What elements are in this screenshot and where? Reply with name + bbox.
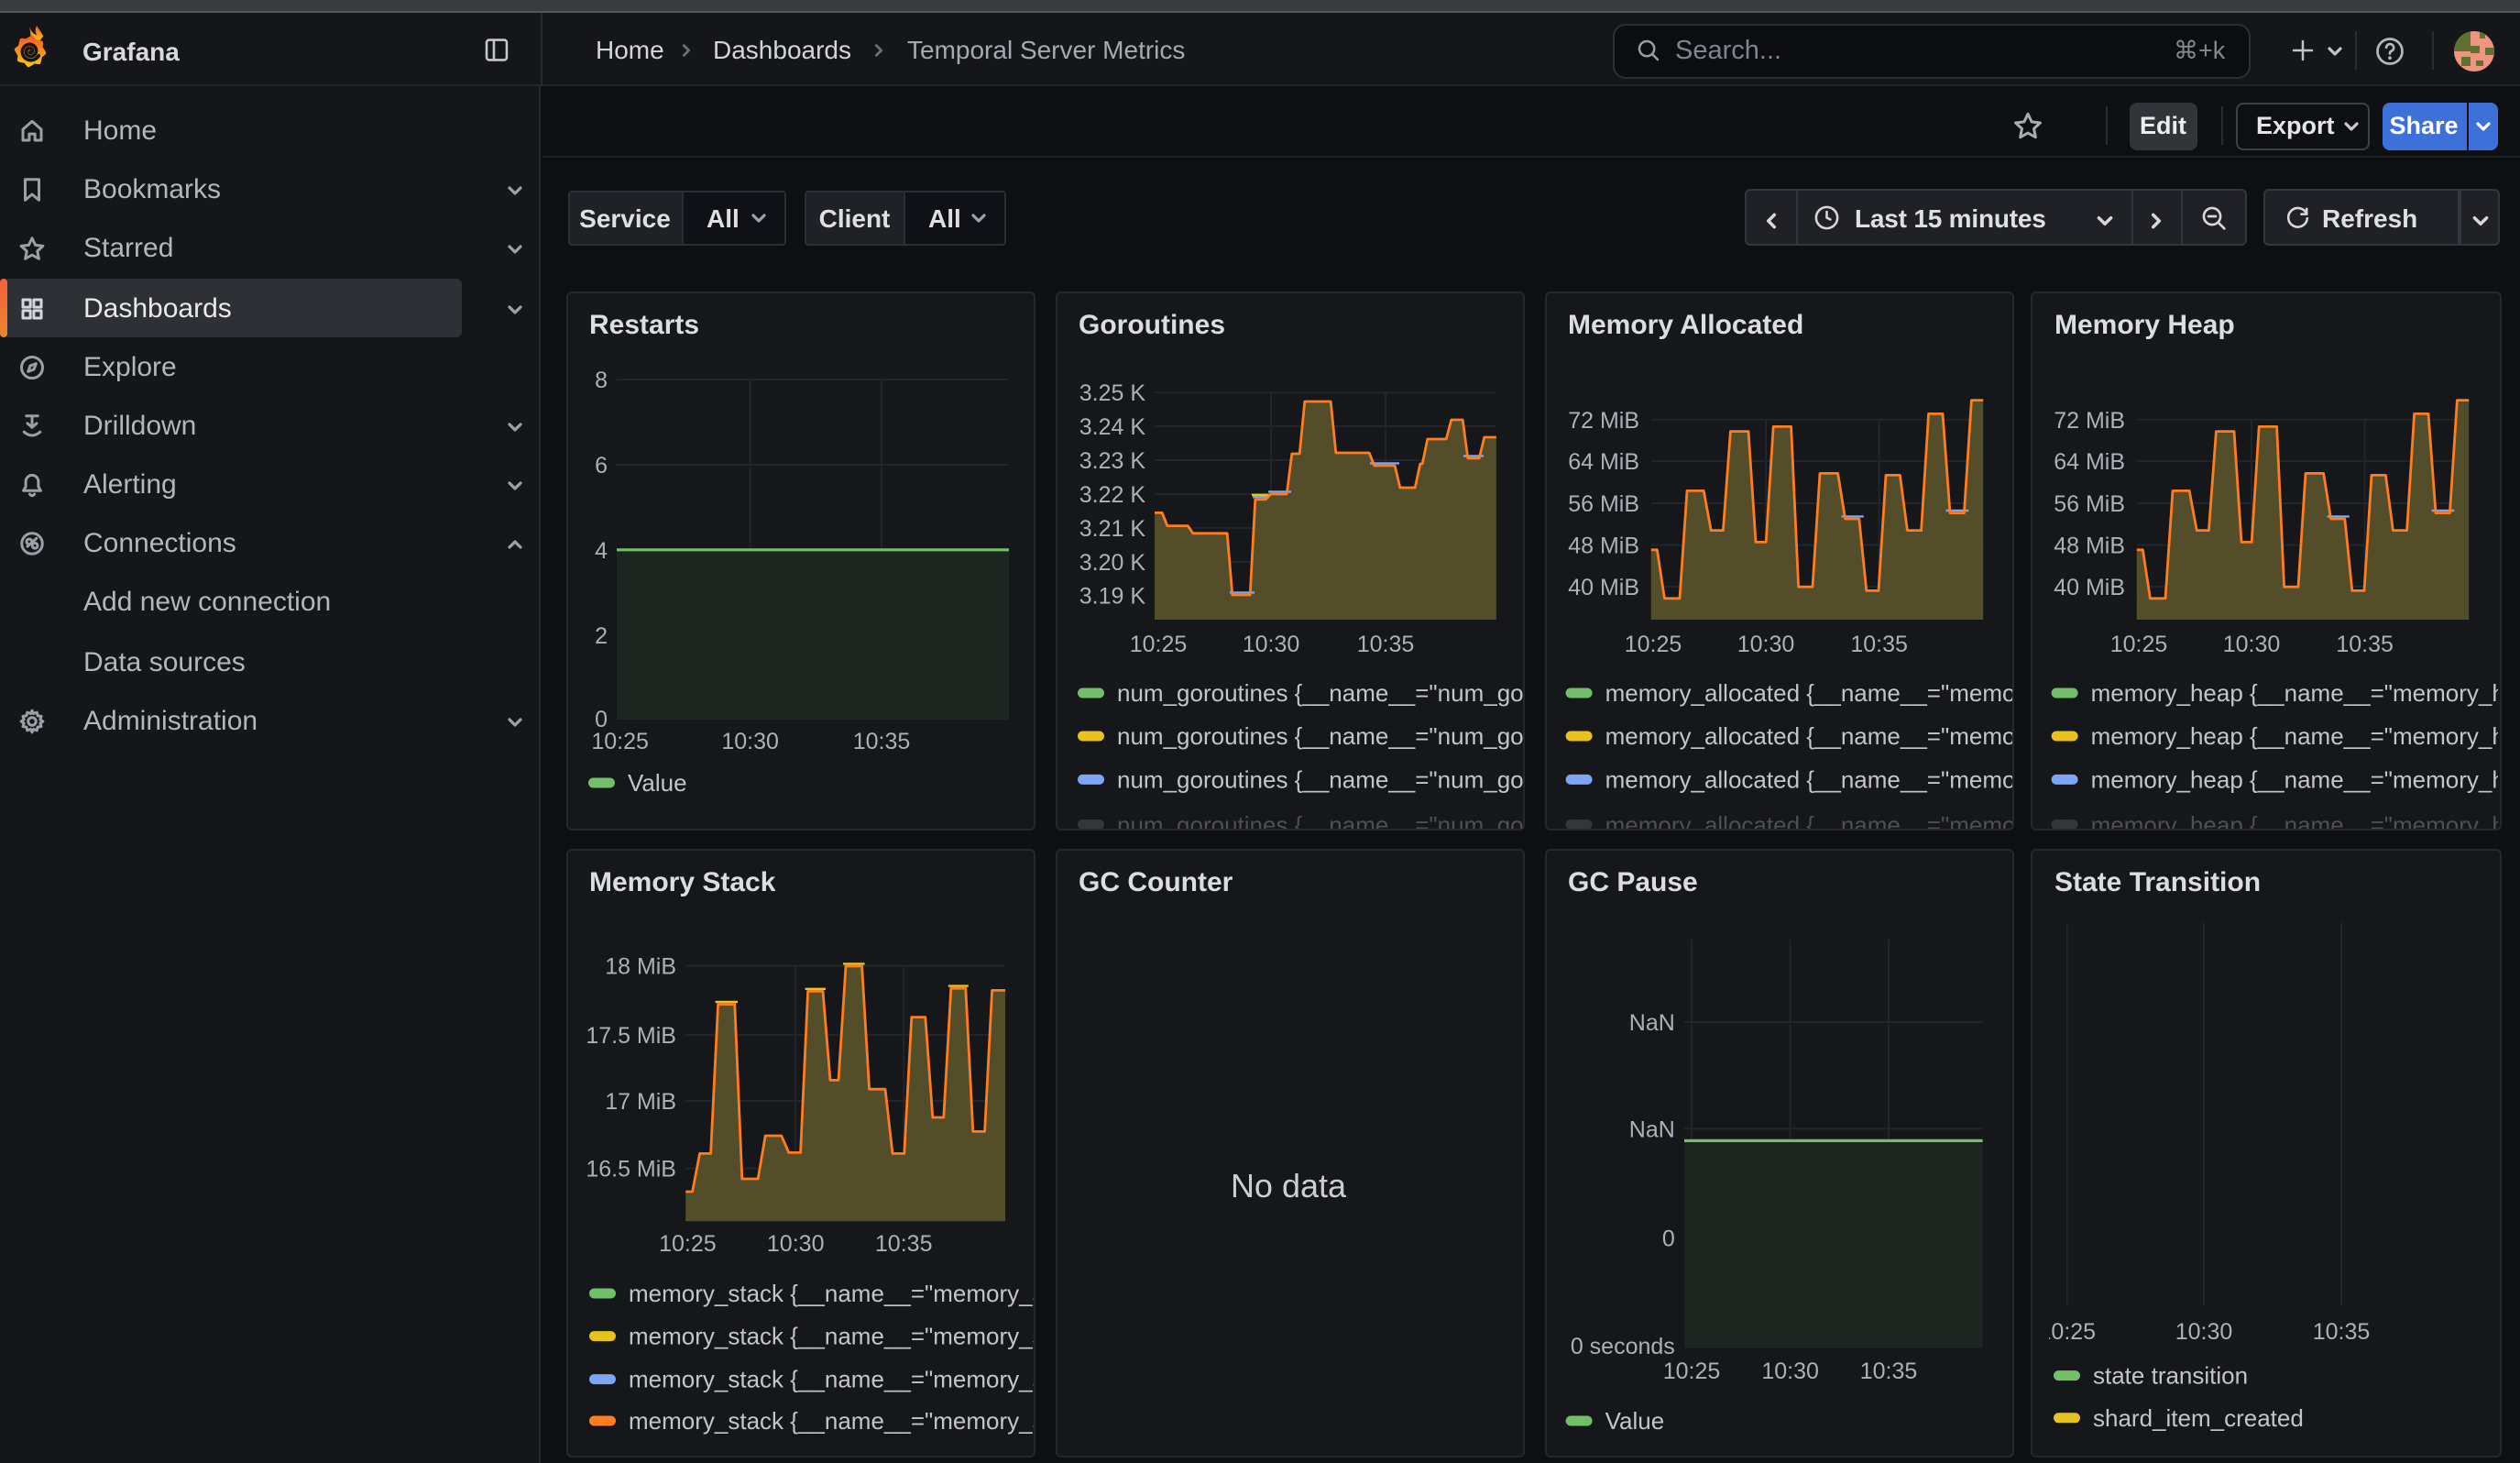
svg-text:num_goroutines {__name__="num_: num_goroutines {__name__="num_go <box>1116 764 1523 792</box>
svg-text:10:35: 10:35 <box>2312 1318 2370 1344</box>
svg-text:state transition: state transition <box>2092 1361 2247 1389</box>
svg-text:6: 6 <box>594 452 607 478</box>
svg-text:NaN: NaN <box>1628 1009 1674 1035</box>
svg-text:3.20 K: 3.20 K <box>1079 549 1145 575</box>
svg-text:72 MiB: 72 MiB <box>1567 407 1638 433</box>
svg-text:memory_heap {__name__="memory_: memory_heap {__name__="memory_h <box>2091 721 2498 749</box>
svg-text:2: 2 <box>594 622 607 648</box>
svg-text:10:30: 10:30 <box>1737 631 1794 656</box>
svg-text:3.24 K: 3.24 K <box>1079 413 1145 439</box>
svg-text:10:30: 10:30 <box>1760 1358 1818 1383</box>
svg-text:10:35: 10:35 <box>852 728 910 754</box>
svg-text:10:25: 10:25 <box>1662 1358 1720 1383</box>
svg-text:10:25: 10:25 <box>590 728 648 754</box>
svg-text:memory_heap {__name__="memory_: memory_heap {__name__="memory_h <box>2091 810 2498 829</box>
svg-text:10:25: 10:25 <box>658 1230 716 1256</box>
svg-text:10:30: 10:30 <box>1242 631 1299 656</box>
svg-text:10:25: 10:25 <box>2048 1318 2095 1344</box>
svg-text:num_goroutines {__name__="num_: num_goroutines {__name__="num_go <box>1116 678 1523 706</box>
svg-text:0: 0 <box>1661 1226 1674 1251</box>
svg-text:num_goroutines {__name__="num_: num_goroutines {__name__="num_go <box>1116 721 1523 749</box>
svg-text:3.23 K: 3.23 K <box>1079 447 1145 473</box>
svg-text:10:35: 10:35 <box>1849 631 1907 656</box>
svg-text:shard_item_created: shard_item_created <box>2092 1403 2303 1431</box>
svg-text:3.25 K: 3.25 K <box>1079 380 1145 405</box>
svg-text:memory_allocated {__name__="me: memory_allocated {__name__="memo <box>1605 721 2011 749</box>
svg-text:10:30: 10:30 <box>2175 1318 2232 1344</box>
svg-text:memory_allocated {__name__="me: memory_allocated {__name__="memo <box>1605 810 2011 829</box>
svg-text:10:25: 10:25 <box>1624 631 1682 656</box>
svg-text:18 MiB: 18 MiB <box>604 953 675 979</box>
svg-text:17.5 MiB: 17.5 MiB <box>585 1022 675 1048</box>
svg-text:64 MiB: 64 MiB <box>2054 448 2125 474</box>
svg-text:72 MiB: 72 MiB <box>2054 407 2125 433</box>
svg-text:10:35: 10:35 <box>2336 631 2394 656</box>
svg-text:48 MiB: 48 MiB <box>2054 533 2125 558</box>
svg-text:10:30: 10:30 <box>766 1230 824 1256</box>
svg-text:NaN: NaN <box>1628 1116 1674 1141</box>
svg-text:memory_stack {__name__="memory: memory_stack {__name__="memory_s <box>628 1279 1034 1306</box>
svg-text:8: 8 <box>594 367 607 392</box>
svg-text:3.22 K: 3.22 K <box>1079 481 1145 507</box>
svg-text:3.19 K: 3.19 K <box>1079 583 1145 609</box>
svg-text:memory_heap {__name__="memory_: memory_heap {__name__="memory_h <box>2091 764 2498 792</box>
svg-text:memory_allocated {__name__="me: memory_allocated {__name__="memo <box>1605 678 2011 706</box>
svg-text:Value: Value <box>627 768 686 796</box>
svg-text:48 MiB: 48 MiB <box>1567 533 1638 558</box>
svg-text:0 seconds: 0 seconds <box>1570 1333 1674 1358</box>
svg-text:10:35: 10:35 <box>874 1230 932 1256</box>
svg-text:memory_allocated {__name__="me: memory_allocated {__name__="memo <box>1605 764 2011 792</box>
svg-text:40 MiB: 40 MiB <box>1567 574 1638 600</box>
svg-text:56 MiB: 56 MiB <box>1567 490 1638 516</box>
svg-text:10:25: 10:25 <box>2110 631 2168 656</box>
svg-text:memory_stack {__name__="memory: memory_stack {__name__="memory_s <box>628 1322 1034 1349</box>
svg-text:10:30: 10:30 <box>2223 631 2281 656</box>
svg-text:Value: Value <box>1605 1406 1664 1434</box>
svg-text:memory_stack {__name__="memory: memory_stack {__name__="memory_s <box>628 1365 1034 1392</box>
svg-text:40 MiB: 40 MiB <box>2054 574 2125 600</box>
svg-text:56 MiB: 56 MiB <box>2054 490 2125 516</box>
svg-text:3.21 K: 3.21 K <box>1079 515 1145 541</box>
svg-text:17 MiB: 17 MiB <box>604 1088 675 1114</box>
svg-text:16.5 MiB: 16.5 MiB <box>585 1156 675 1182</box>
svg-text:64 MiB: 64 MiB <box>1567 448 1638 474</box>
svg-text:memory_stack {__name__="memory: memory_stack {__name__="memory_s <box>628 1406 1034 1434</box>
svg-text:num_goroutines {__name__="num_: num_goroutines {__name__="num_go <box>1116 810 1523 829</box>
svg-text:10:25: 10:25 <box>1129 631 1187 656</box>
svg-text:10:35: 10:35 <box>1356 631 1414 656</box>
svg-text:4: 4 <box>594 537 607 563</box>
svg-text:10:35: 10:35 <box>1859 1358 1917 1383</box>
svg-text:memory_heap {__name__="memory_: memory_heap {__name__="memory_h <box>2091 678 2498 706</box>
svg-text:10:30: 10:30 <box>720 728 778 754</box>
